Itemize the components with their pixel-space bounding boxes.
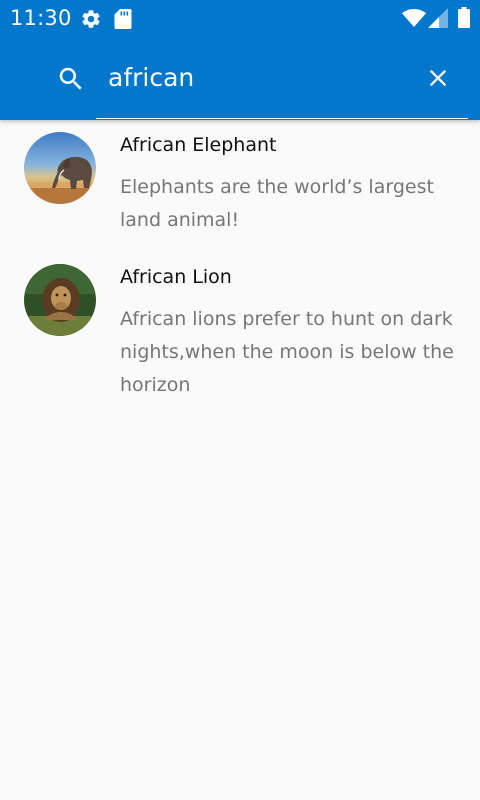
item-title: African Lion [120, 266, 232, 288]
wifi-icon [402, 9, 426, 27]
search-input[interactable] [108, 58, 408, 98]
status-bar: 11:30 [0, 0, 480, 36]
lion-photo [24, 264, 96, 336]
search-results-list: African Elephant Elephants are the world… [0, 120, 480, 418]
close-icon [429, 69, 447, 87]
lion-avatar [24, 264, 96, 336]
battery-icon [458, 7, 470, 28]
search-app-bar [0, 36, 480, 120]
clear-search-button[interactable] [424, 64, 452, 92]
status-time: 11:30 [10, 6, 72, 30]
item-description: African lions prefer to hunt on dark nig… [120, 308, 454, 396]
search-button[interactable] [56, 64, 86, 94]
list-item[interactable]: African Elephant Elephants are the world… [0, 120, 480, 252]
gear-icon [82, 10, 100, 28]
signal-icon [428, 8, 448, 28]
item-description: Elephants are the world’s largest land a… [120, 176, 434, 231]
search-icon [59, 67, 82, 90]
elephant-avatar [24, 132, 96, 204]
sd-card-icon [114, 9, 132, 29]
elephant-photo [24, 132, 96, 204]
list-item[interactable]: African Lion African lions prefer to hun… [0, 252, 480, 418]
item-title: African Elephant [120, 134, 277, 156]
search-input-underline [96, 118, 468, 119]
